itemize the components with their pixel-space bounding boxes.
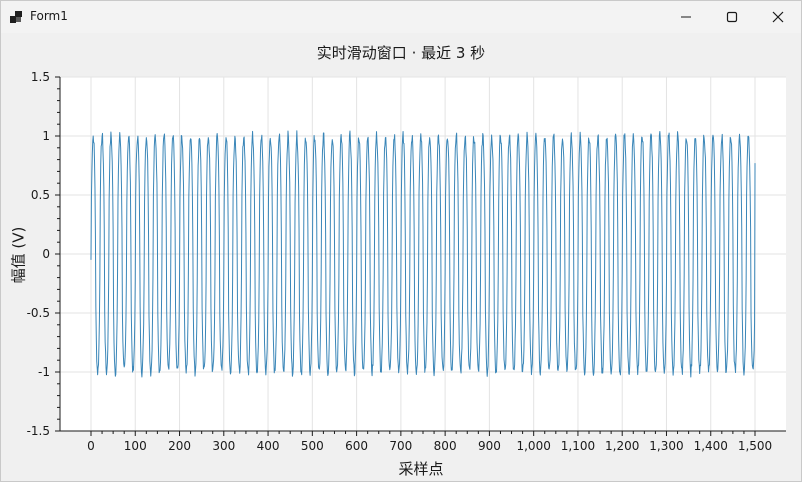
- y-tick-label: 1.5: [31, 70, 50, 84]
- y-tick-label: -1.5: [27, 424, 50, 438]
- y-tick-label: 0.5: [31, 188, 50, 202]
- y-tick-label: 1: [42, 129, 50, 143]
- x-tick-label: 200: [168, 439, 191, 453]
- x-tick-label: 100: [124, 439, 147, 453]
- y-tick-label: 0: [42, 247, 50, 261]
- app-window: Form1 实时滑动窗口 · 最近 3 秒 0 100 200 300 400 500 60…: [0, 0, 802, 482]
- y-ticks: -1.5 -1 -0.5 0 0.5 1 1.5: [27, 70, 60, 438]
- x-tick-label: 0: [87, 439, 95, 453]
- x-tick-label: 400: [257, 439, 280, 453]
- y-tick-label: -0.5: [27, 306, 50, 320]
- y-tick-label: -1: [38, 365, 50, 379]
- x-tick-label: 1,000: [516, 439, 550, 453]
- x-tick-label: 300: [212, 439, 235, 453]
- x-tick-label: 900: [478, 439, 501, 453]
- x-tick-label: 500: [301, 439, 324, 453]
- x-tick-label: 600: [345, 439, 368, 453]
- x-tick-label: 1,300: [649, 439, 683, 453]
- line-chart: 0 100 200 300 400 500 600 700 800 900 1,000 1,100 1,…: [27, 70, 786, 453]
- x-axis-label: 采样点: [398, 460, 444, 478]
- x-ticks: 0 100 200 300 400 500 600 700 800 900 1,000 1,100 1,…: [87, 431, 772, 453]
- x-tick-label: 1,100: [561, 439, 595, 453]
- x-tick-label: 1,400: [694, 439, 728, 453]
- x-tick-label: 1,200: [605, 439, 639, 453]
- x-tick-label: 1,500: [738, 439, 772, 453]
- x-tick-label: 800: [434, 439, 457, 453]
- y-axis-label: 幅值 (V): [9, 226, 28, 284]
- x-tick-label: 700: [389, 439, 412, 453]
